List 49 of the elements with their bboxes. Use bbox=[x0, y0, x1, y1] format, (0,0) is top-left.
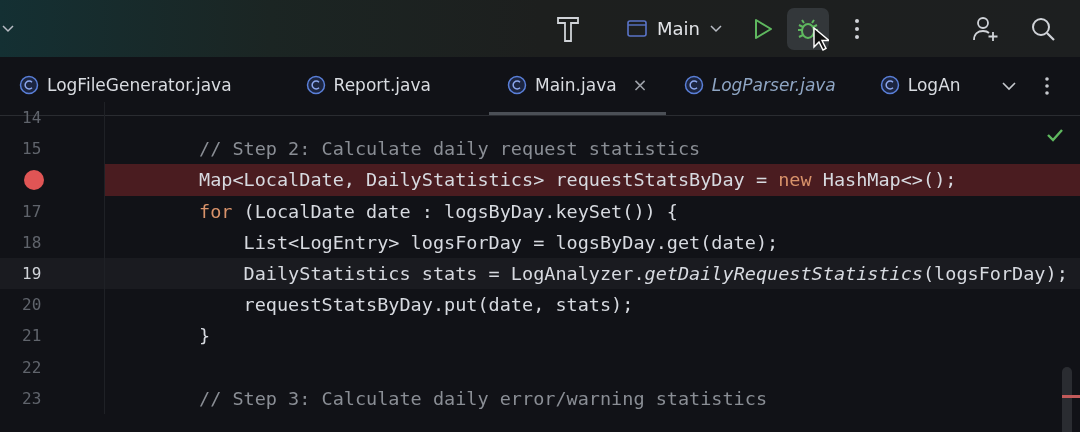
class-icon bbox=[879, 74, 900, 95]
check-icon bbox=[1046, 128, 1064, 142]
tab-label: LogParser.java bbox=[711, 74, 836, 95]
line-number: 17 bbox=[22, 201, 42, 221]
tab-label: LogAn bbox=[907, 74, 961, 95]
add-user-icon[interactable] bbox=[972, 14, 1000, 43]
window-icon bbox=[627, 20, 647, 37]
chevron-down-icon bbox=[710, 24, 722, 33]
line-number: 15 bbox=[22, 139, 42, 159]
code-line: Map<LocalDate, DailyStatistics> requestStatsByDay = new HashMap<>(); bbox=[199, 169, 957, 191]
more-vertical-icon[interactable] bbox=[854, 17, 860, 40]
mouse-cursor-icon bbox=[813, 27, 829, 51]
code-line: DailyStatistics stats = LogAnalyzer.getDailyRequestStatistics(logsForDay); bbox=[242, 263, 1068, 285]
class-icon bbox=[305, 74, 326, 95]
code-line: // Step 2: Calculate daily request statistics bbox=[199, 138, 701, 160]
line-number: 14 bbox=[22, 108, 42, 128]
class-icon bbox=[683, 74, 704, 95]
debug-button[interactable] bbox=[787, 7, 829, 50]
editor-tab[interactable]: LogAn bbox=[861, 57, 979, 115]
code-line: for (LocalDate date : logsByDay.keySet()) { bbox=[199, 200, 678, 222]
line-number: 20 bbox=[22, 295, 42, 315]
scrollbar-thumb[interactable] bbox=[1062, 367, 1072, 432]
search-icon[interactable] bbox=[1030, 15, 1056, 42]
line-number: 19 bbox=[22, 264, 42, 284]
tab-label: LogFileGenerator.java bbox=[47, 74, 232, 95]
chevron-down-icon[interactable] bbox=[2, 24, 14, 33]
run-icon[interactable] bbox=[753, 17, 773, 40]
code-line: // Step 3: Calculate daily error/warning statistics bbox=[199, 387, 768, 409]
line-number: 22 bbox=[22, 357, 42, 377]
class-icon bbox=[19, 74, 39, 95]
line-number: 23 bbox=[22, 388, 42, 408]
chevron-down-icon[interactable] bbox=[1002, 81, 1016, 91]
code-line: requestStatsByDay.put(date, stats); bbox=[242, 294, 634, 316]
editor-tab[interactable]: LogParser.java bbox=[665, 57, 854, 115]
line-number: 21 bbox=[22, 326, 42, 346]
breakpoint-icon[interactable] bbox=[24, 169, 44, 190]
close-tab-button[interactable]: × bbox=[632, 74, 648, 95]
more-vertical-icon[interactable] bbox=[1044, 76, 1050, 96]
editor-tab[interactable]: Main.java × bbox=[489, 57, 666, 115]
error-stripe-marker bbox=[1062, 395, 1080, 398]
line-number: 18 bbox=[22, 232, 42, 252]
hammer-icon[interactable] bbox=[555, 14, 581, 43]
class-icon bbox=[507, 74, 527, 95]
run-configuration-dropdown[interactable]: Main bbox=[621, 14, 728, 43]
code-line: } bbox=[199, 325, 211, 347]
tab-label: Report.java bbox=[333, 74, 431, 95]
code-line: List<LogEntry> logsForDay = logsByDay.get(date); bbox=[242, 231, 779, 253]
tab-label: Main.java bbox=[535, 74, 617, 95]
editor-tab[interactable]: Report.java bbox=[287, 57, 449, 115]
